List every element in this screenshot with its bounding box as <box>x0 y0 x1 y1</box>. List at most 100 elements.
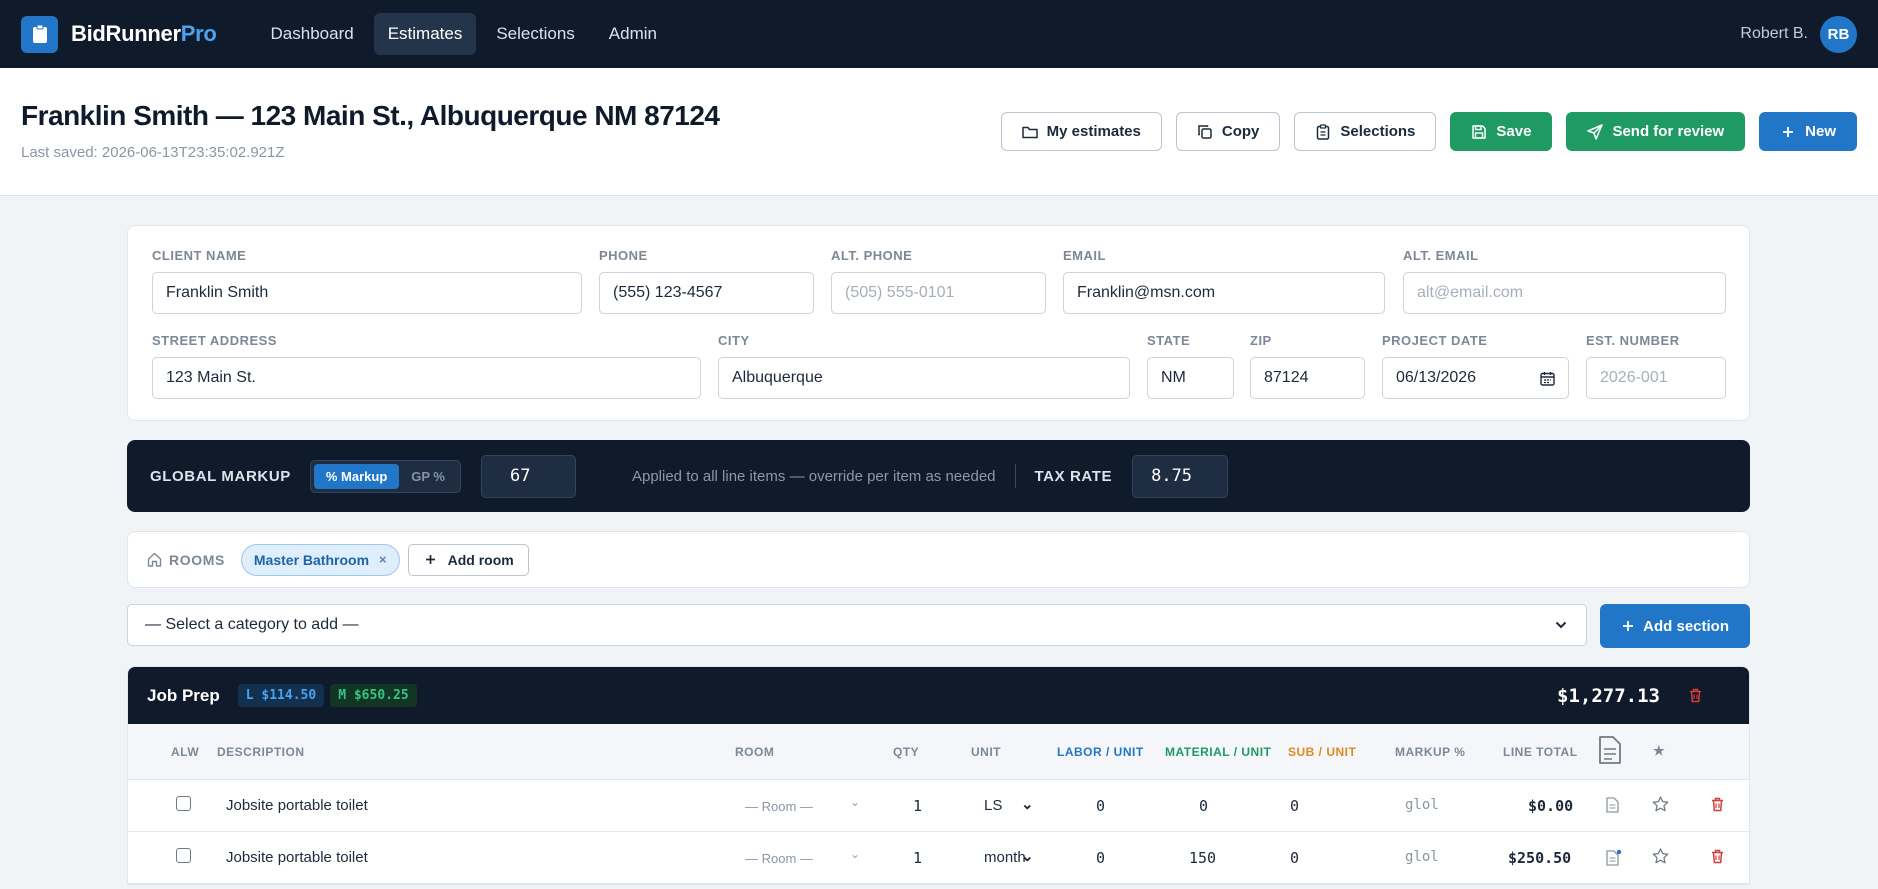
est-number-label: EST. NUMBER <box>1586 333 1680 348</box>
category-select-value: — Select a category to add — <box>145 616 359 633</box>
global-markup-input[interactable]: 67 <box>480 454 576 498</box>
save-button[interactable]: Save <box>1450 112 1553 151</box>
row-material[interactable]: 150 <box>1189 849 1216 867</box>
email-input[interactable]: Franklin@msn.com <box>1063 272 1385 314</box>
est-number-input[interactable]: 2026-001 <box>1586 357 1726 399</box>
add-room-button[interactable]: Add room <box>407 543 529 576</box>
state-input[interactable]: NM <box>1147 357 1234 399</box>
markup-percent-option[interactable]: % Markup <box>313 463 400 489</box>
avatar[interactable]: RB <box>1820 15 1857 53</box>
chevron-down-icon: ⌄ <box>1021 796 1034 813</box>
chevron-down-icon: ⌄ <box>850 795 861 809</box>
col-line-total: LINE TOTAL <box>1503 745 1578 759</box>
star-icon[interactable] <box>1652 848 1669 868</box>
user-menu[interactable]: Robert B. RB <box>1740 15 1857 53</box>
global-markup-bar: GLOBAL MARKUP % Markup GP % 67 Applied t… <box>127 440 1750 512</box>
email-label: EMAIL <box>1063 248 1106 263</box>
city-input[interactable]: Albuquerque <box>718 357 1130 399</box>
selections-button[interactable]: Selections <box>1294 112 1437 151</box>
brand-name[interactable]: BidRunnerPro <box>71 21 217 47</box>
category-row: — Select a category to add — Add section <box>127 604 1750 648</box>
project-date-input[interactable]: 06/13/2026 <box>1382 357 1569 399</box>
delete-row-icon[interactable] <box>1711 797 1724 816</box>
section-title: Job Prep <box>147 685 220 705</box>
allowance-checkbox[interactable] <box>176 848 191 863</box>
zip-field: ZIP 87124 <box>1250 333 1365 399</box>
zip-input[interactable]: 87124 <box>1250 357 1365 399</box>
delete-section-icon[interactable] <box>1687 688 1703 704</box>
gp-percent-option[interactable]: GP % <box>399 464 457 489</box>
row-unit-select[interactable]: month <box>984 849 1026 866</box>
phone-field: PHONE (555) 123-4567 <box>599 248 814 314</box>
add-section-label: Add section <box>1643 617 1729 635</box>
row-markup[interactable]: glol <box>1405 849 1439 865</box>
star-icon[interactable] <box>1652 796 1669 816</box>
row-description[interactable]: Jobsite portable toilet <box>226 797 368 814</box>
remove-room-icon[interactable]: × <box>379 552 387 567</box>
alt-phone-field: ALT. PHONE (505) 555-0101 <box>831 248 1046 314</box>
row-sub[interactable]: 0 <box>1290 849 1299 867</box>
notes-icon[interactable] <box>1606 849 1622 870</box>
alt-email-input[interactable]: alt@email.com <box>1403 272 1726 314</box>
plus-icon <box>1621 618 1634 634</box>
markup-mode-toggle: % Markup GP % <box>309 459 461 493</box>
row-line-total: $0.00 <box>1528 797 1574 815</box>
nav-admin[interactable]: Admin <box>595 13 671 55</box>
row-labor[interactable]: 0 <box>1096 797 1105 815</box>
alt-phone-label: ALT. PHONE <box>831 248 913 263</box>
add-section-button[interactable]: Add section <box>1600 604 1750 648</box>
project-date-field: PROJECT DATE 06/13/2026 <box>1382 333 1569 399</box>
client-name-field: CLIENT NAME Franklin Smith <box>152 248 582 314</box>
copy-label: Copy <box>1221 123 1260 140</box>
state-label: STATE <box>1147 333 1191 348</box>
alt-phone-input[interactable]: (505) 555-0101 <box>831 272 1046 314</box>
alt-email-label: ALT. EMAIL <box>1403 248 1479 263</box>
nav-estimates[interactable]: Estimates <box>373 13 477 55</box>
row-sub[interactable]: 0 <box>1290 797 1299 815</box>
street-address-field: STREET ADDRESS 123 Main St. <box>152 333 701 399</box>
tax-rate-input[interactable]: 8.75 <box>1132 454 1229 498</box>
row-qty[interactable]: 1 <box>913 849 922 867</box>
room-chip[interactable]: Master Bathroom × <box>240 543 400 576</box>
row-description[interactable]: Jobsite portable toilet <box>226 849 368 866</box>
my-estimates-button[interactable]: My estimates <box>1000 112 1162 151</box>
street-address-input[interactable]: 123 Main St. <box>152 357 701 399</box>
row-qty[interactable]: 1 <box>913 797 922 815</box>
new-button[interactable]: New <box>1759 112 1857 151</box>
phone-input[interactable]: (555) 123-4567 <box>599 272 814 314</box>
section-job-prep: Job Prep L $114.50 M $650.25 $1,277.13 A… <box>127 666 1750 885</box>
notes-icon[interactable] <box>1606 797 1619 817</box>
nav-selections[interactable]: Selections <box>482 13 588 55</box>
rooms-label: ROOMS <box>169 551 225 568</box>
row-markup[interactable]: glol <box>1405 797 1439 813</box>
section-total: $1,277.13 <box>1557 684 1660 707</box>
row-labor[interactable]: 0 <box>1096 849 1105 867</box>
top-nav: BidRunnerPro Dashboard Estimates Selecti… <box>0 0 1878 68</box>
markup-divider <box>1014 464 1016 488</box>
add-room-label: Add room <box>447 551 514 568</box>
nav-dashboard[interactable]: Dashboard <box>257 13 368 55</box>
row-line-total: $250.50 <box>1508 849 1572 867</box>
row-unit-select[interactable]: LS <box>984 797 1002 814</box>
row-room-select[interactable]: — Room — <box>745 851 813 866</box>
table-row: Jobsite portable toilet — Room — ⌄ 1 LS … <box>128 780 1749 832</box>
row-room-select[interactable]: — Room — <box>745 799 813 814</box>
allowance-checkbox[interactable] <box>176 796 191 811</box>
main-nav: Dashboard Estimates Selections Admin <box>257 13 671 55</box>
client-name-input[interactable]: Franklin Smith <box>152 272 582 314</box>
category-select[interactable]: — Select a category to add — <box>127 604 1587 646</box>
app-logo[interactable] <box>21 15 58 53</box>
plus-icon <box>423 552 439 568</box>
copy-icon <box>1197 124 1213 140</box>
section-header[interactable]: Job Prep L $114.50 M $650.25 $1,277.13 <box>128 667 1749 724</box>
row-material[interactable]: 0 <box>1199 797 1208 815</box>
copy-button[interactable]: Copy <box>1175 112 1281 151</box>
markup-note: Applied to all line items — override per… <box>631 467 996 485</box>
client-info-card: CLIENT NAME Franklin Smith PHONE (555) 1… <box>127 225 1750 421</box>
zip-label: ZIP <box>1250 333 1272 348</box>
delete-row-icon[interactable] <box>1711 849 1724 868</box>
calendar-icon[interactable] <box>1539 370 1555 386</box>
page-header: Franklin Smith — 123 Main St., Albuquerq… <box>0 68 1878 196</box>
send-for-review-button[interactable]: Send for review <box>1566 112 1746 151</box>
col-labor-unit: LABOR / UNIT <box>1057 745 1144 759</box>
